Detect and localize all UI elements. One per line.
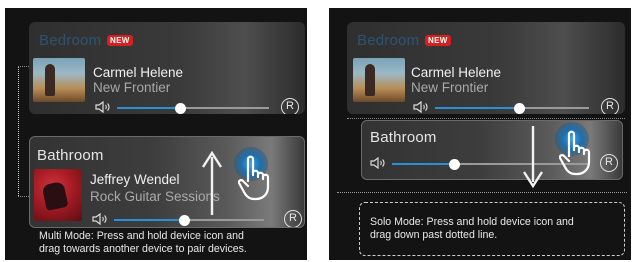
album-name: Rock Guitar Sessions: [90, 189, 220, 204]
pairing-guide-connector: [18, 196, 29, 197]
album-name: New Frontier: [93, 80, 171, 95]
room-title: Bathroom: [37, 147, 104, 164]
mode-caption: Solo Mode: Press and hold device icon an…: [370, 216, 574, 242]
album-art: [34, 169, 82, 221]
new-badge: NEW: [107, 35, 133, 46]
volume-icon: [370, 157, 385, 169]
volume-slider[interactable]: [435, 102, 589, 114]
up-arrow-icon: [202, 151, 222, 215]
solo-threshold-line: [337, 192, 627, 193]
pairing-guide-line: [18, 66, 19, 196]
pairing-guide-connector: [18, 66, 29, 67]
volume-slider-fill: [435, 107, 520, 109]
repeat-button[interactable]: R: [281, 98, 299, 114]
solo-mode-caption-box: Solo Mode: Press and hold device icon an…: [359, 202, 625, 256]
volume-slider-fill: [114, 219, 185, 221]
mode-caption: Multi Mode: Press and hold device icon a…: [39, 230, 247, 256]
caption-line: drag down past dotted line.: [370, 229, 498, 241]
caption-line: Solo Mode: Press and hold device icon an…: [370, 216, 574, 228]
repeat-button[interactable]: R: [601, 98, 619, 114]
volume-icon: [95, 101, 110, 113]
repeat-button[interactable]: R: [284, 210, 302, 227]
volume-slider-thumb[interactable]: [449, 158, 461, 170]
room-title: Bedroom: [357, 32, 420, 49]
volume-slider-thumb[interactable]: [175, 102, 187, 114]
repeat-button[interactable]: R: [600, 154, 618, 172]
volume-icon: [413, 101, 428, 113]
album-name: New Frontier: [411, 80, 489, 95]
room-title: Bedroom: [39, 32, 102, 49]
volume-slider[interactable]: [117, 102, 269, 114]
down-arrow-icon: [523, 126, 543, 188]
volume-slider-thumb[interactable]: [514, 102, 526, 114]
caption-line: Multi Mode: Press and hold device icon a…: [39, 230, 244, 242]
card-divider-line: [347, 118, 625, 119]
volume-slider[interactable]: [114, 214, 264, 226]
room-title: Bathroom: [370, 129, 437, 146]
new-badge: NEW: [425, 35, 451, 46]
artist-name: Jeffrey Wendel: [90, 172, 180, 187]
volume-icon: [92, 213, 107, 225]
multi-mode-panel: Bedroom NEW Carmel Helene New Frontier R…: [5, 8, 307, 260]
artist-name: Carmel Helene: [411, 65, 502, 80]
artist-name: Carmel Helene: [93, 65, 184, 80]
album-art: [353, 58, 405, 102]
volume-slider-fill: [117, 107, 181, 109]
solo-mode-panel: Bedroom NEW Carmel Helene New Frontier R…: [329, 8, 631, 260]
device-card-bedroom[interactable]: Bedroom NEW Carmel Helene New Frontier R: [347, 22, 625, 114]
hand-pointer-icon: [559, 130, 591, 176]
caption-line: drag towards another device to pair devi…: [39, 243, 247, 255]
hand-pointer-icon: [238, 155, 270, 201]
volume-slider-thumb[interactable]: [179, 214, 190, 226]
device-card-bedroom[interactable]: Bedroom NEW Carmel Helene New Frontier R: [29, 22, 305, 114]
device-card-bathroom[interactable]: Bathroom Jeffrey Wendel Rock Guitar Sess…: [29, 136, 305, 228]
volume-slider-fill: [392, 163, 455, 165]
album-art: [33, 58, 85, 102]
